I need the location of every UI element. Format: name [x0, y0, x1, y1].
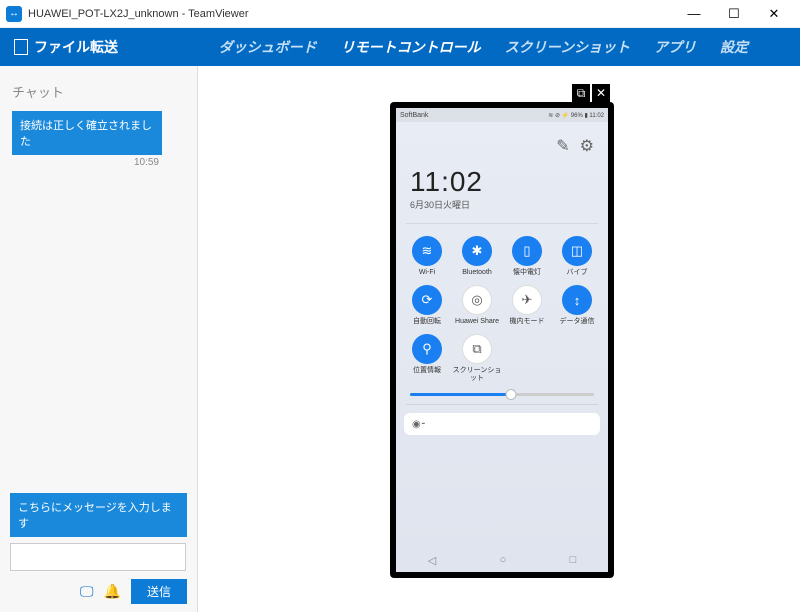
qs-tile-label: スクリーンショット — [452, 367, 502, 381]
file-transfer-label: ファイル転送 — [34, 37, 118, 57]
window-titlebar: HUAWEI_POT-LX2J_unknown - TeamViewer — ☐… — [0, 0, 800, 28]
send-button[interactable]: 送信 — [131, 579, 187, 604]
wifi-icon: ≋ — [412, 236, 442, 266]
teamviewer-icon — [6, 6, 22, 22]
gear-icon[interactable]: ⚙ — [580, 136, 594, 156]
qs-tile-label: 自動回転 — [413, 318, 441, 332]
autorotate-icon: ⟳ — [412, 285, 442, 315]
qs-tile-vibrate-icon[interactable]: ◫ バイブ — [552, 236, 602, 283]
quick-settings-grid: ≋ Wi-Fi ✱ Bluetooth ▯ 懐中電灯 ◫ バイブ ⟳ 自動回転 ◎ Huawei Sh… — [396, 228, 608, 385]
qs-tile-huawei-share-icon[interactable]: ◎ Huawei Share — [452, 285, 502, 332]
qs-tile-label: Wi-Fi — [419, 269, 435, 283]
qs-tile-label: 位置情報 — [413, 367, 441, 381]
nav-recent-button[interactable]: □ — [570, 554, 577, 566]
status-bar: SoftBank ≋ ⊘ ⚡ 96% ▮ 11:02 — [396, 108, 608, 122]
qs-tile-label: Huawei Share — [455, 318, 499, 332]
qs-tile-location-icon[interactable]: ⚲ 位置情報 — [402, 334, 452, 381]
nav-home-button[interactable]: ○ — [500, 554, 507, 566]
file-transfer-button[interactable]: ファイル転送 — [0, 37, 132, 57]
qs-tile-airplane-icon[interactable]: ✈ 機内モード — [502, 285, 552, 332]
status-icons: ≋ ⊘ ⚡ 96% ▮ 11:02 — [548, 112, 604, 119]
bluetooth-icon: ✱ — [462, 236, 492, 266]
window-maximize-button[interactable]: ☐ — [714, 0, 754, 28]
remote-close-icon[interactable]: ✕ — [592, 84, 610, 102]
chat-timestamp: 10:59 — [0, 157, 197, 168]
popout-icon[interactable]: ⧉ — [572, 84, 590, 102]
chat-heading: チャット — [0, 76, 197, 107]
qs-tile-label: Bluetooth — [462, 269, 492, 283]
qs-tile-label: 機内モード — [510, 318, 545, 332]
flashlight-icon: ▯ — [512, 236, 542, 266]
clock-time: 11:02 — [410, 166, 594, 198]
window-minimize-button[interactable]: — — [674, 0, 714, 28]
clock-date: 6月30日火曜日 — [410, 198, 594, 211]
phone-screen[interactable]: SoftBank ≋ ⊘ ⚡ 96% ▮ 11:02 ✎ ⚙ 11:02 6月3… — [396, 108, 608, 572]
window-close-button[interactable]: ✕ — [754, 0, 794, 28]
attach-icon[interactable]: 🖵 — [80, 583, 94, 600]
chat-input-label: こちらにメッセージを入力します — [10, 493, 187, 537]
nav-tab-3[interactable]: アプリ — [642, 28, 708, 66]
qs-tile-data-icon[interactable]: ↕ データ通信 — [552, 285, 602, 332]
main-navbar: ファイル転送 ダッシュボードリモートコントロールスクリーンショットアプリ設定 — [0, 28, 800, 66]
remote-view-area: ⧉ ✕ SoftBank ≋ ⊘ ⚡ 96% ▮ 11:02 ✎ ⚙ 11:02… — [198, 66, 800, 612]
phone-frame: ⧉ ✕ SoftBank ≋ ⊘ ⚡ 96% ▮ 11:02 ✎ ⚙ 11:02… — [390, 102, 614, 578]
vibrate-icon: ◫ — [562, 236, 592, 266]
notification-row[interactable]: ◉⁃ — [404, 413, 600, 435]
location-icon: ⚲ — [412, 334, 442, 364]
nav-tab-2[interactable]: スクリーンショット — [493, 28, 642, 66]
airplane-icon: ✈ — [512, 285, 542, 315]
file-icon — [14, 39, 28, 55]
chat-sidebar: チャット 接続は正しく確立されました 10:59 こちらにメッセージを入力します… — [0, 66, 198, 612]
qs-tile-label: データ通信 — [560, 318, 595, 332]
qs-tile-label: 懐中電灯 — [513, 269, 541, 283]
window-title: HUAWEI_POT-LX2J_unknown - TeamViewer — [28, 8, 674, 20]
nav-tab-1[interactable]: リモートコントロール — [329, 28, 493, 66]
huawei-share-icon: ◎ — [462, 285, 492, 315]
notif-app-icon: ◉⁃ — [412, 419, 426, 430]
bell-icon[interactable]: 🔔 — [104, 583, 121, 600]
data-icon: ↕ — [562, 285, 592, 315]
qs-tile-flashlight-icon[interactable]: ▯ 懐中電灯 — [502, 236, 552, 283]
nav-back-button[interactable]: ◁ — [428, 554, 436, 567]
qs-tile-bluetooth-icon[interactable]: ✱ Bluetooth — [452, 236, 502, 283]
qs-tile-screenshot-icon[interactable]: ⧉ スクリーンショット — [452, 334, 502, 381]
android-nav-bar: ◁ ○ □ — [396, 548, 608, 572]
screenshot-icon: ⧉ — [462, 334, 492, 364]
chat-message: 接続は正しく確立されました — [12, 111, 162, 155]
edit-icon[interactable]: ✎ — [556, 136, 569, 156]
qs-tile-autorotate-icon[interactable]: ⟳ 自動回転 — [402, 285, 452, 332]
qs-tile-wifi-icon[interactable]: ≋ Wi-Fi — [402, 236, 452, 283]
carrier-label: SoftBank — [400, 112, 548, 119]
brightness-slider[interactable] — [410, 393, 594, 396]
chat-input[interactable] — [10, 543, 186, 571]
nav-tab-0[interactable]: ダッシュボード — [207, 28, 329, 66]
qs-tile-label: バイブ — [567, 269, 588, 283]
nav-tab-4[interactable]: 設定 — [708, 28, 760, 66]
